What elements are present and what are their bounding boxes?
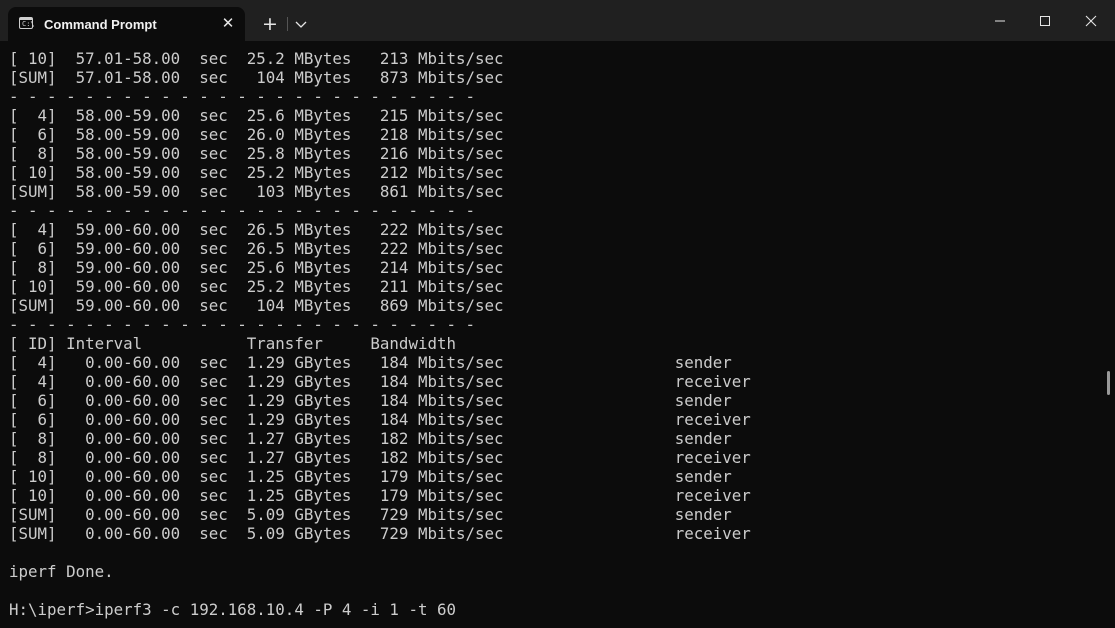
terminal-line: [ 10] 0.00-60.00 sec 1.25 GBytes 179 Mbi… [9,467,732,486]
terminal-line: iperf Done. [9,562,114,581]
new-tab-button[interactable]: + [258,12,282,36]
tab-dropdown-button[interactable] [291,14,311,34]
terminal-line: [SUM] 0.00-60.00 sec 5.09 GBytes 729 Mbi… [9,524,751,543]
terminal-line: H:\iperf>iperf3 -c 192.168.10.4 -P 4 -i … [9,600,456,619]
terminal-line: [SUM] 57.01-58.00 sec 104 MBytes 873 Mbi… [9,68,504,87]
terminal-line: [ 10] 59.00-60.00 sec 25.2 MBytes 211 Mb… [9,277,504,296]
terminal-line: [ 4] 0.00-60.00 sec 1.29 GBytes 184 Mbit… [9,372,751,391]
terminal-line: [SUM] 59.00-60.00 sec 104 MBytes 869 Mbi… [9,296,504,315]
terminal-line: [ 4] 59.00-60.00 sec 26.5 MBytes 222 Mbi… [9,220,504,239]
terminal-icon: C:\ [19,17,35,29]
terminal-line: [ 4] 0.00-60.00 sec 1.29 GBytes 184 Mbit… [9,353,732,372]
title-bar: C:\ Command Prompt ✕ + [0,0,1115,41]
terminal-line: - - - - - - - - - - - - - - - - - - - - … [9,201,476,220]
terminal-line: [ 6] 59.00-60.00 sec 26.5 MBytes 222 Mbi… [9,239,504,258]
terminal-line: [ 8] 0.00-60.00 sec 1.27 GBytes 182 Mbit… [9,448,751,467]
chevron-down-icon [295,21,307,28]
terminal-line: [ 6] 58.00-59.00 sec 26.0 MBytes 218 Mbi… [9,125,504,144]
minimize-icon [995,20,1005,22]
tab-command-prompt[interactable]: C:\ Command Prompt ✕ [8,7,245,41]
terminal-line: [ 8] 59.00-60.00 sec 25.6 MBytes 214 Mbi… [9,258,504,277]
terminal-line: [ 10] 58.00-59.00 sec 25.2 MBytes 212 Mb… [9,163,504,182]
terminal-line: [SUM] 0.00-60.00 sec 5.09 GBytes 729 Mbi… [9,505,732,524]
terminal-line: [ 10] 57.01-58.00 sec 25.2 MBytes 213 Mb… [9,49,504,68]
tab-divider [287,17,288,31]
terminal-line: [ 8] 0.00-60.00 sec 1.27 GBytes 182 Mbit… [9,429,732,448]
terminal-line: - - - - - - - - - - - - - - - - - - - - … [9,315,476,334]
minimize-button[interactable] [977,6,1023,36]
close-button[interactable] [1068,6,1114,36]
terminal-line: [ 4] 58.00-59.00 sec 25.6 MBytes 215 Mbi… [9,106,504,125]
terminal-line: [ 10] 0.00-60.00 sec 1.25 GBytes 179 Mbi… [9,486,751,505]
maximize-icon [1040,16,1050,26]
scrollbar[interactable] [1107,371,1110,395]
terminal-output[interactable]: [ 10] 57.01-58.00 sec 25.2 MBytes 213 Mb… [9,49,1115,628]
close-icon [1085,15,1097,27]
terminal-line: - - - - - - - - - - - - - - - - - - - - … [9,87,476,106]
terminal-line: [ 8] 58.00-59.00 sec 25.8 MBytes 216 Mbi… [9,144,504,163]
maximize-button[interactable] [1022,6,1068,36]
close-tab-button[interactable]: ✕ [217,12,239,34]
terminal-line: [ ID] Interval Transfer Bandwidth [9,334,456,353]
terminal-line: [SUM] 58.00-59.00 sec 103 MBytes 861 Mbi… [9,182,504,201]
tab-title: Command Prompt [44,17,157,32]
terminal-line: [ 6] 0.00-60.00 sec 1.29 GBytes 184 Mbit… [9,410,751,429]
terminal-line: [ 6] 0.00-60.00 sec 1.29 GBytes 184 Mbit… [9,391,732,410]
